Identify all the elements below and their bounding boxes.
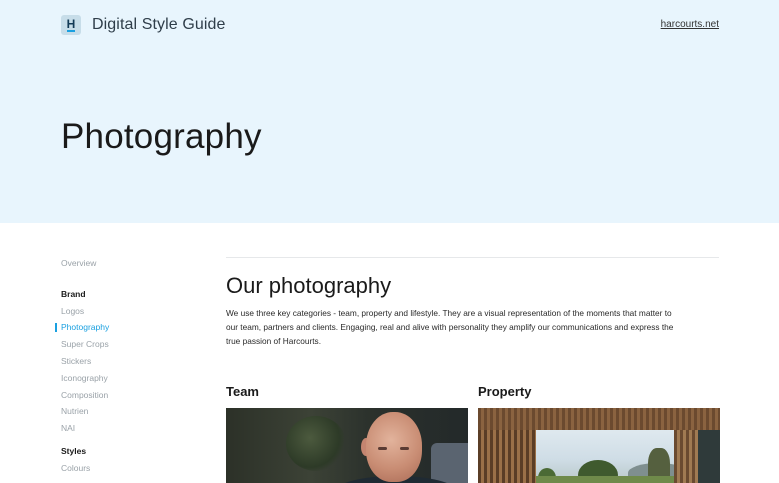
sidebar-item-photography[interactable]: Photography	[55, 322, 201, 339]
site-title[interactable]: Digital Style Guide	[92, 16, 226, 34]
sidebar-heading-brand: Brand	[61, 288, 86, 299]
sidebar-item-composition[interactable]: Composition	[61, 390, 201, 407]
sidebar-item-iconography[interactable]: Iconography	[61, 373, 201, 390]
sidebar-item-colours[interactable]: Colours	[61, 463, 201, 480]
sidebar-item-super-crops[interactable]: Super Crops	[61, 339, 201, 356]
sidebar-item-stickers[interactable]: Stickers	[61, 356, 201, 373]
logo-accent-bar	[67, 30, 75, 32]
plant-shape	[286, 416, 346, 471]
sidebar-item-nutrien[interactable]: Nutrien	[61, 406, 201, 423]
team-photo	[226, 408, 468, 483]
category-property-heading: Property	[478, 384, 532, 399]
brand[interactable]: H Digital Style Guide	[61, 15, 226, 35]
left-timber-slats	[478, 430, 536, 483]
property-photo	[478, 408, 720, 483]
harcourts-net-link[interactable]: harcourts.net	[661, 19, 719, 30]
right-timber-slats	[674, 430, 698, 483]
shelf-shape	[698, 430, 720, 483]
sidebar-item-nai[interactable]: NAI	[61, 423, 201, 440]
field-shape	[536, 476, 674, 483]
hero-banner: H Digital Style Guide harcourts.net Phot…	[0, 0, 779, 223]
section-divider	[226, 257, 719, 258]
right-eye-shape	[400, 447, 409, 450]
chair-shape	[431, 443, 468, 483]
sidebar-heading-styles: Styles	[61, 445, 87, 456]
intro-paragraph: We use three key categories - team, prop…	[226, 308, 674, 346]
ceiling-beam-shape	[478, 408, 720, 430]
sidebar-item-logos[interactable]: Logos	[61, 306, 201, 323]
sidebar-nav: Overview Brand Logos Photography Super C…	[55, 258, 201, 480]
head-shape	[366, 412, 422, 482]
logo-letter: H	[66, 17, 76, 31]
category-team-heading: Team	[226, 384, 259, 399]
page-title: Photography	[61, 117, 262, 156]
section-title: Our photography	[226, 273, 392, 298]
left-eye-shape	[378, 447, 387, 450]
harcourts-logo[interactable]: H	[61, 15, 81, 35]
sidebar-item-overview[interactable]: Overview	[61, 258, 201, 275]
